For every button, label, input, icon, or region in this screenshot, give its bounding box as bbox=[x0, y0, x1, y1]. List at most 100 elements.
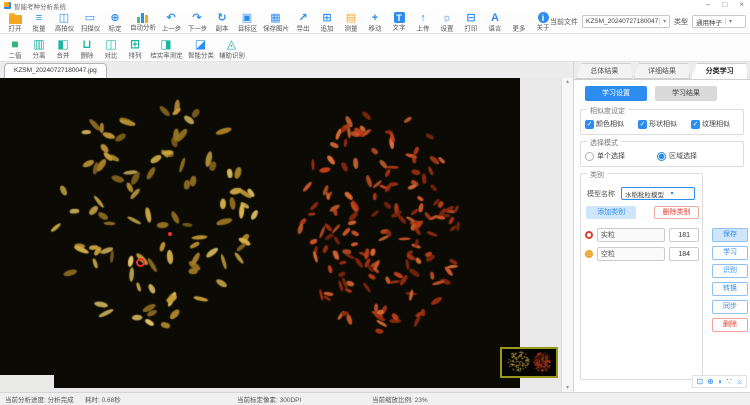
tool-binarize[interactable]: ■二值 bbox=[3, 37, 27, 61]
tool-smart-classify[interactable]: ◪智能分类 bbox=[185, 37, 216, 61]
remove-button[interactable]: 删除 bbox=[712, 318, 748, 332]
tool-measure[interactable]: ▤测量 bbox=[339, 12, 363, 34]
minimize-button[interactable]: – bbox=[706, 0, 710, 10]
tab-详细结果[interactable]: 详细结果 bbox=[634, 63, 691, 79]
tool-batch[interactable]: ≡批量 bbox=[27, 12, 51, 34]
category-rows: 实粒181空粒184 bbox=[585, 228, 699, 261]
view-settings-icon[interactable]: ☼ bbox=[736, 376, 743, 387]
checkbox-颜色相似[interactable]: ✓颜色相似 bbox=[585, 119, 634, 129]
tool-arrange[interactable]: ⊞排列 bbox=[123, 37, 147, 61]
recognize-button[interactable]: 识别 bbox=[712, 264, 748, 278]
tool-next-step[interactable]: ↷下一步 bbox=[184, 12, 210, 34]
scroll-up-icon[interactable]: ▴ bbox=[566, 79, 569, 85]
contrast-icon[interactable]: ◗ bbox=[718, 376, 723, 387]
viewer-scrollbar[interactable]: ▴ ▾ bbox=[561, 78, 573, 392]
maximize-button[interactable]: □ bbox=[722, 0, 727, 10]
delete-category-button[interactable]: 删除类别 bbox=[654, 206, 699, 219]
add-category-button[interactable]: 添加类别 bbox=[586, 206, 636, 219]
document-tabbar: KZSM_20240727180047.jpg bbox=[0, 62, 573, 78]
tool-label: 关于 bbox=[537, 23, 550, 32]
tool-upload[interactable]: ↑上传 bbox=[411, 12, 435, 34]
tool-append[interactable]: ⊞追加 bbox=[315, 12, 339, 34]
tab-分类学习[interactable]: 分类学习 bbox=[691, 63, 748, 79]
radio-icon bbox=[585, 152, 594, 161]
tool-move[interactable]: +移动 bbox=[363, 12, 387, 34]
points-icon[interactable]: ∵ bbox=[727, 376, 732, 387]
seed-photo[interactable] bbox=[0, 78, 520, 388]
close-button[interactable]: × bbox=[739, 0, 744, 10]
tool-assist-recognize[interactable]: ◬辅助识别 bbox=[216, 37, 247, 61]
current-file-value: KZSM_20240727180047 bbox=[583, 18, 659, 25]
tool-compare[interactable]: ◫对比 bbox=[99, 37, 123, 61]
checkbox-纹理相似[interactable]: ✓纹理相似 bbox=[691, 119, 740, 129]
learn-button[interactable]: 学习 bbox=[712, 246, 748, 260]
tool-target-area[interactable]: ▣目标区 bbox=[234, 12, 260, 34]
tool-scanner[interactable]: ▭扫描仪 bbox=[77, 12, 103, 34]
move-icon: + bbox=[372, 12, 378, 24]
merge-icon: ◧ bbox=[57, 37, 68, 51]
tool-label: 设置 bbox=[441, 24, 454, 33]
checkbox-形状相似[interactable]: ✓形状相似 bbox=[638, 119, 687, 129]
tool-separate[interactable]: ▥分离 bbox=[27, 37, 51, 61]
type-combo[interactable]: 通用种子 ▾ bbox=[692, 15, 746, 28]
mode-button-学习结果[interactable]: 学习结果 bbox=[655, 86, 717, 101]
radio-单个选择[interactable]: 单个选择 bbox=[585, 151, 657, 161]
tool-label: 批量 bbox=[33, 24, 46, 33]
print-icon: ⊟ bbox=[466, 12, 475, 24]
mode-button-学习设置[interactable]: 学习设置 bbox=[585, 86, 647, 101]
tool-label: 测量 bbox=[345, 24, 358, 33]
radio-区域选择[interactable]: 区域选择 bbox=[657, 151, 729, 161]
tool-doc-camera[interactable]: ◫高拍仪 bbox=[51, 12, 77, 34]
fit-screen-icon[interactable]: ⊡ bbox=[696, 376, 703, 387]
current-file-combo[interactable]: KZSM_20240727180047 ▾ bbox=[582, 15, 670, 28]
tool-language[interactable]: A语言 bbox=[483, 12, 507, 34]
tool-text[interactable]: T文字 bbox=[387, 12, 411, 34]
tool-label: 上传 bbox=[417, 24, 430, 33]
category-name-field[interactable]: 空粒 bbox=[597, 247, 665, 261]
checkbox-label: 纹理相似 bbox=[702, 119, 730, 129]
tool-delete[interactable]: ⊔删除 bbox=[75, 37, 99, 61]
tab-总体结果[interactable]: 总体结果 bbox=[576, 63, 633, 79]
save-button[interactable]: 保存 bbox=[712, 228, 748, 242]
tool-calibrate[interactable]: ⊕标定 bbox=[103, 12, 127, 34]
open-icon bbox=[9, 15, 22, 24]
save-image-icon: ▦ bbox=[270, 12, 280, 24]
minimap[interactable] bbox=[500, 347, 558, 378]
status-item: 耗时: 0.68秒 bbox=[85, 394, 237, 404]
tool-label: 二值 bbox=[9, 51, 22, 60]
tool-label: 打印 bbox=[465, 24, 478, 33]
tool-label: 语言 bbox=[489, 24, 502, 33]
category-name-field[interactable]: 实粒 bbox=[597, 228, 665, 242]
convert-button[interactable]: 转换 bbox=[712, 282, 748, 296]
tool-auto-analyze[interactable]: 自动分析 bbox=[127, 12, 158, 34]
model-combo[interactable]: 水稻秕粒模型 ▾ bbox=[621, 187, 695, 200]
scroll-down-icon[interactable]: ▾ bbox=[566, 385, 569, 391]
tool-duplicate[interactable]: ↻副本 bbox=[210, 12, 234, 34]
tool-save-image[interactable]: ▦保存图片 bbox=[260, 12, 291, 34]
settings-icon: ☼ bbox=[442, 12, 452, 24]
tool-export[interactable]: ↗导出 bbox=[291, 12, 315, 34]
tool-print[interactable]: ⊟打印 bbox=[459, 12, 483, 34]
center-view-icon[interactable]: ⊕ bbox=[707, 376, 714, 387]
chevron-down-icon[interactable]: ▾ bbox=[667, 190, 677, 197]
checkbox-label: 颜色相似 bbox=[596, 119, 624, 129]
result-tabs: 总体结果详细结果分类学习 bbox=[574, 62, 750, 79]
chevron-down-icon[interactable]: ▾ bbox=[659, 18, 669, 25]
status-item: 当前缩放比例: 23% bbox=[372, 394, 428, 404]
document-tab[interactable]: KZSM_20240727180047.jpg bbox=[4, 63, 107, 78]
tool-settings[interactable]: ☼设置 bbox=[435, 12, 459, 34]
radio-icon bbox=[657, 152, 666, 161]
tool-label: 对比 bbox=[105, 51, 118, 60]
chevron-down-icon[interactable]: ▾ bbox=[725, 18, 735, 25]
image-viewer[interactable]: ▴ ▾ bbox=[0, 78, 573, 392]
main-toolbar: 打开≡批量◫高拍仪▭扫描仪⊕标定自动分析↶上一步↷下一步↻副本▣目标区▦保存图片… bbox=[0, 11, 750, 34]
tool-open[interactable]: 打开 bbox=[3, 12, 27, 34]
sync-button[interactable]: 同步 bbox=[712, 300, 748, 314]
tool-setting-rate[interactable]: ◨结实率测定 bbox=[147, 37, 185, 61]
statusbar: 当前分析进度: 分析完成耗时: 0.68秒当前标定像素: 300DPI当前缩放比… bbox=[0, 392, 750, 405]
more-icon bbox=[514, 12, 525, 24]
tool-label: 标定 bbox=[109, 24, 122, 33]
tool-merge[interactable]: ◧合并 bbox=[51, 37, 75, 61]
tool-prev-step[interactable]: ↶上一步 bbox=[158, 12, 184, 34]
tool-more[interactable]: 更多 bbox=[507, 12, 531, 34]
